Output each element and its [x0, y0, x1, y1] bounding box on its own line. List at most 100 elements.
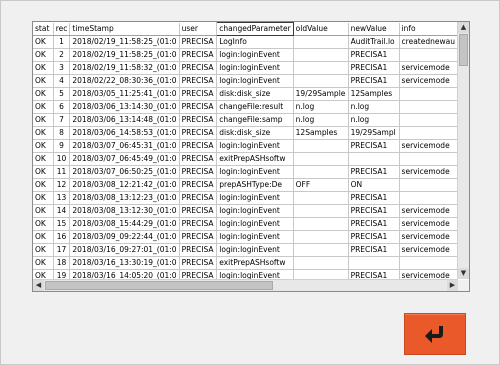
table-cell: PRECISA1	[348, 217, 400, 231]
column-header-oldvalue[interactable]: oldValue	[293, 22, 349, 36]
table-cell: OK	[33, 139, 54, 153]
table-row[interactable]: OK 5 2018/03/05_11:25:41_(01:0 PRECISA disk:…	[33, 87, 458, 101]
table-cell: OK	[33, 256, 54, 270]
table-cell: disk:disk_size	[216, 87, 294, 101]
table-cell: servicemode	[399, 204, 458, 218]
column-header-timestamp[interactable]: timeStamp	[69, 22, 180, 36]
table-cell	[399, 152, 458, 166]
table-cell	[293, 35, 349, 49]
table-cell	[293, 191, 349, 205]
column-header-info[interactable]: info	[399, 22, 458, 36]
table-cell: exitPrepASHsoftw	[216, 152, 294, 166]
table-cell: OK	[33, 100, 54, 114]
table-row[interactable]: OK 16 2018/03/09_09:22:44_(01:0 PRECISA logi…	[33, 230, 458, 244]
column-header-newvalue[interactable]: newValue	[348, 22, 400, 36]
table-cell	[293, 256, 349, 270]
table-row[interactable]: OK 2 2018/02/19_11:58:25_(01:0 PRECISA login…	[33, 48, 458, 62]
table-cell: ON	[348, 178, 400, 192]
table-row[interactable]: OK 15 2018/03/08_15:44:29_(01:0 PRECISA logi…	[33, 217, 458, 231]
table-cell: PRECISA1	[348, 165, 400, 179]
table-cell: PRECISA	[179, 87, 218, 101]
table-row[interactable]: OK 3 2018/02/19_11:58:32_(01:0 PRECISA login…	[33, 61, 458, 75]
table-cell: 4	[53, 74, 71, 88]
table-row[interactable]: OK 11 2018/03/07_06:50:25_(01:0 PRECISA logi…	[33, 165, 458, 179]
table-cell: login:loginEvent	[216, 61, 294, 75]
arrow-up-icon[interactable]: ▲	[458, 22, 469, 33]
column-header-changedparameter[interactable]: changedParameter	[216, 22, 294, 36]
table-cell: login:loginEvent	[216, 191, 294, 205]
table-cell	[293, 269, 349, 279]
vertical-scrollbar[interactable]: ▲ ▼	[457, 22, 469, 279]
table-cell	[348, 152, 400, 166]
table-cell: 2018/02/19_11:58:25_(01:0	[69, 48, 180, 62]
table-row[interactable]: OK 4 2018/02/22_08:30:36_(01:0 PRECISA login…	[33, 74, 458, 88]
table-cell: login:loginEvent	[216, 269, 294, 279]
table-row[interactable]: OK 19 2018/03/16_14:05:20_(01:0 PRECISA logi…	[33, 269, 458, 279]
table-cell: 2018/02/19_11:58:32_(01:0	[69, 61, 180, 75]
table-cell: OK	[33, 87, 54, 101]
table-cell	[293, 152, 349, 166]
table-cell	[399, 126, 458, 140]
table-cell: PRECISA1	[348, 74, 400, 88]
arrow-down-icon[interactable]: ▼	[458, 268, 469, 279]
table-cell: PRECISA	[179, 139, 218, 153]
table-cell: PRECISA	[179, 178, 218, 192]
table-row[interactable]: OK 8 2018/03/06_14:58:53_(01:0 PRECISA disk:…	[33, 126, 458, 140]
table-row[interactable]: OK 7 2018/03/06_13:14:48_(01:0 PRECISA chang…	[33, 113, 458, 127]
table-row[interactable]: OK 14 2018/03/08_13:12:30_(01:0 PRECISA logi…	[33, 204, 458, 218]
table-row[interactable]: OK 10 2018/03/07_06:45:49_(01:0 PRECISA exit…	[33, 152, 458, 166]
table-cell	[293, 230, 349, 244]
table-row[interactable]: OK 1 2018/02/19_11:58:25_(01:0 PRECISA LogIn…	[33, 35, 458, 49]
table-cell: 2018/03/08_15:44:29_(01:0	[69, 217, 180, 231]
table-cell: 2	[53, 48, 71, 62]
audit-trail-window: stat rec timeStamp user changedParameter oldV…	[0, 0, 500, 365]
column-header-stat[interactable]: stat	[33, 22, 54, 36]
table-row[interactable]: OK 13 2018/03/08_13:12:23_(01:0 PRECISA logi…	[33, 191, 458, 205]
table-cell: 8	[53, 126, 71, 140]
column-header-rec[interactable]: rec	[53, 22, 71, 36]
column-header-user[interactable]: user	[179, 22, 218, 36]
table-cell: login:loginEvent	[216, 139, 294, 153]
vertical-scroll-thumb[interactable]	[459, 34, 468, 66]
table-cell: 16	[53, 230, 71, 244]
table-cell: servicemode	[399, 165, 458, 179]
arrow-left-icon[interactable]: ◀	[33, 280, 44, 291]
table-cell: 2018/03/16_13:30:19_(01:0	[69, 256, 180, 270]
table-cell	[293, 139, 349, 153]
arrow-right-icon[interactable]: ▶	[447, 280, 458, 291]
table-cell: PRECISA	[179, 243, 218, 257]
horizontal-scrollbar[interactable]: ◀ ▶	[33, 279, 458, 291]
table-cell: servicemode	[399, 217, 458, 231]
table-cell	[399, 178, 458, 192]
table-cell: exitPrepASHsoftw	[216, 256, 294, 270]
table-cell: 17	[53, 243, 71, 257]
table-cell: PRECISA	[179, 165, 218, 179]
table-cell: PRECISA1	[348, 191, 400, 205]
table-row[interactable]: OK 18 2018/03/16_13:30:19_(01:0 PRECISA exit…	[33, 256, 458, 270]
table-row[interactable]: OK 17 2018/03/16_09:27:01_(01:0 PRECISA logi…	[33, 243, 458, 257]
table-cell: 2018/03/08_12:21:42_(01:0	[69, 178, 180, 192]
table-row[interactable]: OK 6 2018/03/06_13:14:30_(01:0 PRECISA chang…	[33, 100, 458, 114]
table-header-row: stat rec timeStamp user changedParameter oldV…	[33, 22, 458, 36]
table-cell: 2018/03/07_06:45:31_(01:0	[69, 139, 180, 153]
table-cell: PRECISA1	[348, 269, 400, 279]
table-row[interactable]: OK 12 2018/03/08_12:21:42_(01:0 PRECISA prep…	[33, 178, 458, 192]
table-cell: n.log	[348, 113, 400, 127]
table-cell: PRECISA	[179, 61, 218, 75]
table-cell: 12	[53, 178, 71, 192]
table-cell: 2018/03/08_13:12:30_(01:0	[69, 204, 180, 218]
table-cell	[399, 87, 458, 101]
table-cell	[293, 204, 349, 218]
table-cell: 2018/03/07_06:45:49_(01:0	[69, 152, 180, 166]
table-cell	[293, 243, 349, 257]
table-cell	[399, 100, 458, 114]
horizontal-scroll-thumb[interactable]	[45, 281, 273, 290]
table-cell: login:loginEvent	[216, 74, 294, 88]
table-row[interactable]: OK 9 2018/03/07_06:45:31_(01:0 PRECISA login…	[33, 139, 458, 153]
table-cell: OK	[33, 113, 54, 127]
table-cell	[293, 61, 349, 75]
table-cell: 2018/03/07_06:50:25_(01:0	[69, 165, 180, 179]
back-button[interactable]	[404, 313, 466, 355]
table-cell: 14	[53, 204, 71, 218]
table-cell: OK	[33, 48, 54, 62]
